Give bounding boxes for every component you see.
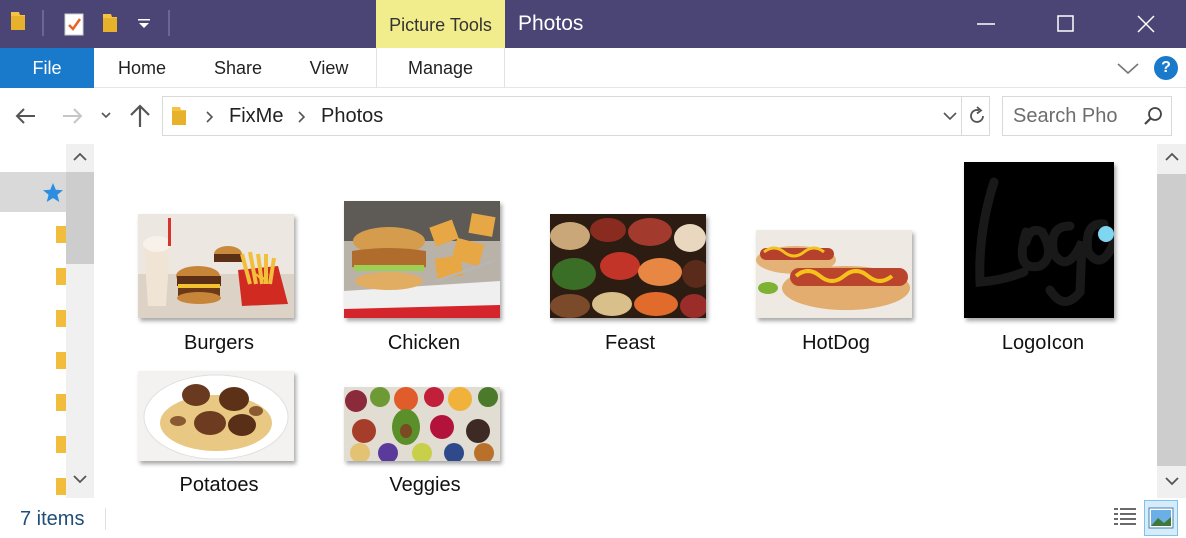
refresh-icon[interactable] (967, 106, 987, 126)
logoicon-thumbnail[interactable] (964, 162, 1114, 318)
chicken-thumbnail[interactable] (344, 201, 500, 318)
minimize-button[interactable] (946, 0, 1026, 48)
title-bar: Picture Tools Photos (0, 0, 1186, 48)
folder-icon[interactable] (56, 392, 66, 412)
file-list: Burgers Chicken Feast HotDog LogoIcon Po… (100, 144, 1154, 498)
address-divider (961, 97, 962, 135)
breadcrumb-photos[interactable]: Photos (321, 105, 383, 128)
potatoes-photo (138, 371, 294, 461)
feast-thumbnail[interactable] (550, 214, 706, 318)
scroll-up-arrow-icon[interactable] (73, 152, 87, 162)
minimize-icon (977, 23, 995, 25)
search-icon[interactable] (1143, 106, 1163, 126)
file-name-logoicon[interactable]: LogoIcon (953, 332, 1133, 355)
picture-tools-group-label: Picture Tools (376, 0, 505, 48)
ribbon-tabs: File Home Share View Manage ? (0, 48, 1186, 88)
folder-icon (172, 107, 186, 125)
back-arrow-icon[interactable] (14, 104, 38, 128)
forward-arrow-icon[interactable] (60, 104, 84, 128)
maximize-icon (1057, 15, 1074, 32)
breadcrumb-chevron-icon[interactable] (297, 110, 307, 124)
toolbar-separator (42, 10, 44, 36)
tab-view[interactable]: View (290, 48, 368, 88)
status-divider (105, 508, 106, 530)
file-name-feast[interactable]: Feast (540, 332, 720, 355)
hotdog-thumbnail[interactable] (756, 230, 912, 318)
scroll-down-arrow-icon[interactable] (1165, 476, 1179, 486)
window-title: Photos (518, 12, 584, 35)
tab-manage[interactable]: Manage (376, 48, 505, 88)
veggies-thumbnail[interactable] (344, 387, 500, 461)
content-scrollbar-thumb[interactable] (1157, 174, 1186, 466)
star-icon (43, 183, 63, 202)
folder-icon[interactable] (56, 434, 66, 454)
folder-icon[interactable] (56, 350, 66, 370)
nav-pane-scrollbar-thumb[interactable] (66, 172, 94, 264)
navigation-pane (0, 144, 96, 498)
tab-home[interactable]: Home (100, 48, 184, 88)
scroll-down-arrow-icon[interactable] (73, 474, 87, 484)
folder-icon[interactable] (10, 10, 26, 32)
potatoes-thumbnail[interactable] (138, 371, 294, 461)
nav-pane-scrollbar[interactable] (66, 144, 94, 498)
file-name-hotdog[interactable]: HotDog (746, 332, 926, 355)
tab-file[interactable]: File (0, 48, 94, 88)
breadcrumb-fixme[interactable]: FixMe (229, 105, 283, 128)
close-button[interactable] (1106, 0, 1186, 48)
address-toolbar: FixMe Photos (0, 88, 1186, 144)
burgers-thumbnail[interactable] (138, 214, 294, 318)
recent-locations-chevron-icon[interactable] (100, 110, 112, 120)
address-bar[interactable]: FixMe Photos (162, 96, 990, 136)
new-folder-icon[interactable] (102, 12, 118, 34)
close-icon (1137, 15, 1155, 33)
properties-icon[interactable] (64, 12, 84, 36)
folder-icon[interactable] (56, 266, 66, 286)
folder-icon[interactable] (56, 476, 66, 496)
search-input[interactable] (1013, 97, 1135, 135)
veggies-photo (344, 387, 500, 461)
file-name-veggies[interactable]: Veggies (335, 474, 515, 497)
chicken-photo (344, 201, 500, 318)
customize-toolbar-dropdown-icon[interactable] (136, 18, 152, 30)
large-icons-view-icon (1148, 507, 1174, 529)
file-name-chicken[interactable]: Chicken (334, 332, 514, 355)
file-name-burgers[interactable]: Burgers (129, 332, 309, 355)
feast-photo (550, 214, 706, 318)
quick-access-item[interactable] (0, 172, 66, 212)
help-button[interactable]: ? (1154, 56, 1178, 80)
hotdog-photo (756, 230, 912, 318)
scroll-up-arrow-icon[interactable] (1165, 152, 1179, 162)
up-arrow-icon[interactable] (128, 103, 152, 129)
status-bar: 7 items (0, 498, 1186, 538)
details-view-icon[interactable] (1112, 504, 1138, 530)
chevron-down-icon[interactable] (943, 111, 957, 121)
maximize-button[interactable] (1026, 0, 1106, 48)
content-scrollbar[interactable] (1157, 144, 1186, 498)
folder-icon[interactable] (56, 224, 66, 244)
folder-icon[interactable] (56, 308, 66, 328)
search-box[interactable] (1002, 96, 1172, 136)
item-count: 7 items (20, 508, 85, 530)
tab-share[interactable]: Share (196, 48, 280, 88)
file-name-potatoes[interactable]: Potatoes (129, 474, 309, 497)
logo-image (964, 162, 1114, 318)
large-icons-view-button[interactable] (1144, 500, 1178, 536)
burgers-photo (138, 214, 294, 318)
toolbar-separator (168, 10, 170, 36)
breadcrumb-chevron-icon[interactable] (205, 110, 215, 124)
expand-ribbon-icon[interactable] (1116, 58, 1140, 78)
